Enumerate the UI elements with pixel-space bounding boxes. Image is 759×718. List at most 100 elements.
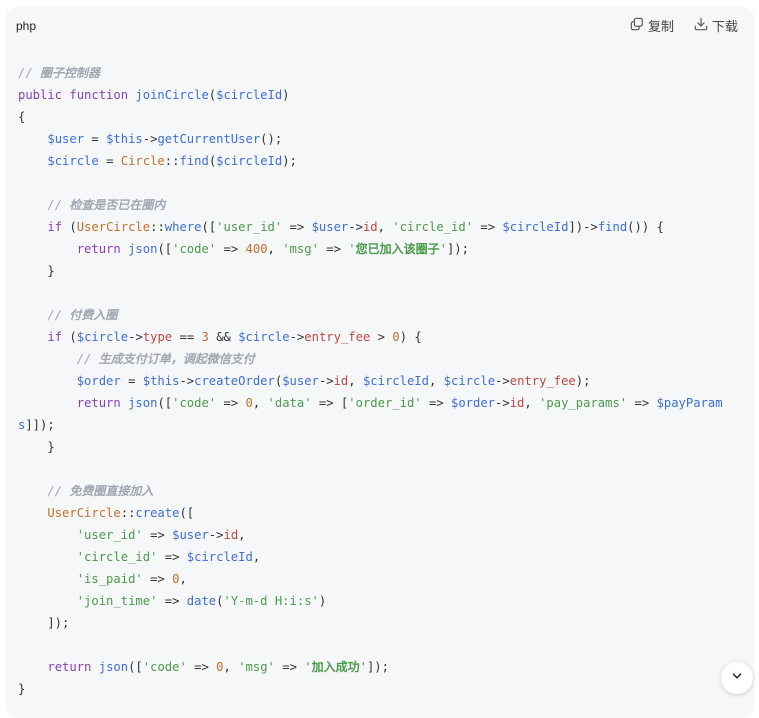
code-token: , xyxy=(524,396,540,410)
code-token: ( xyxy=(62,220,77,234)
code-token: $circleId xyxy=(502,220,569,234)
code-token: -> xyxy=(289,330,305,344)
code-line: if (UserCircle::where(['user_id' => $use… xyxy=(18,216,738,238)
code-token: 加入成功 xyxy=(311,660,360,674)
code-token: 'code' xyxy=(172,396,217,410)
scroll-down-button[interactable] xyxy=(721,662,753,694)
code-token: create xyxy=(135,506,180,520)
code-token: 'msg' xyxy=(282,242,319,256)
code-token: $order xyxy=(451,396,496,410)
code-line: // 圈子控制器 xyxy=(18,62,738,84)
code-token: ' xyxy=(304,660,312,674)
code-token: ) xyxy=(318,594,327,608)
code-token: , xyxy=(252,550,261,564)
code-token: $payParam xyxy=(656,396,723,410)
code-token: ([ xyxy=(179,506,195,520)
code-token: type xyxy=(142,330,173,344)
code-token: entry_fee xyxy=(509,374,576,388)
code-token: Circle xyxy=(120,154,165,168)
code-token: => xyxy=(282,220,312,234)
code-token: UserCircle xyxy=(76,220,151,234)
code-token: // xyxy=(76,352,99,366)
code-token: (); xyxy=(260,132,283,146)
code-token: $user xyxy=(47,132,85,146)
code-line: return json(['code' => 0, 'msg' => '加入成功… xyxy=(18,656,738,678)
code-line: public function joinCircle($circleId) xyxy=(18,84,738,106)
code-token: entry_fee xyxy=(304,330,371,344)
code-token: 'join_time' xyxy=(76,594,158,608)
code-token: ) { xyxy=(399,330,422,344)
code-token: { xyxy=(18,110,26,124)
code-token: date xyxy=(186,594,217,608)
code-token: , xyxy=(348,374,363,388)
code-token: :: xyxy=(150,220,165,234)
code-token: $this xyxy=(142,374,180,388)
code-token: , xyxy=(252,396,268,410)
code-line: return json(['code' => 0, 'data' => ['or… xyxy=(18,392,738,414)
code-token: 'data' xyxy=(267,396,312,410)
code-token: 0 xyxy=(245,396,253,410)
code-token: 'user_id' xyxy=(216,220,283,234)
code-token: $circleId xyxy=(362,374,429,388)
copy-label: 复制 xyxy=(647,20,674,35)
code-token: getCurrentUser xyxy=(157,132,261,146)
code-token: => xyxy=(627,396,657,410)
code-token: , xyxy=(238,528,246,542)
code-token: 圈子控制器 xyxy=(40,66,101,80)
code-token: => xyxy=(473,220,503,234)
code-token: public function xyxy=(18,88,136,102)
code-line: $circle = Circle::find($circleId); xyxy=(18,150,738,172)
code-line: return json(['code' => 400, 'msg' => '您已… xyxy=(18,238,738,260)
code-line: 'user_id' => $user->id, xyxy=(18,524,738,546)
code-token: 生成支付订单，调起微信支付 xyxy=(98,352,255,366)
code-token: => xyxy=(216,242,246,256)
code-token: where xyxy=(164,220,202,234)
code-token: ( xyxy=(62,330,77,344)
code-token: $user xyxy=(172,528,209,542)
code-line: } xyxy=(18,260,738,282)
code-block-header: php 复制 下载 xyxy=(6,6,754,46)
code-token: ([ xyxy=(128,660,143,674)
code-token: id xyxy=(362,220,378,234)
code-content[interactable]: // 圈子控制器 public function joinCircle($circ… xyxy=(18,62,738,700)
code-token: if xyxy=(47,330,63,344)
code-token: } xyxy=(18,440,55,454)
code-token: ]); xyxy=(18,616,70,630)
code-token: ])-> xyxy=(568,220,598,234)
code-token: => xyxy=(274,660,305,674)
copy-button[interactable]: 复制 xyxy=(630,16,674,35)
code-token: joinCircle xyxy=(135,88,209,102)
code-token: 'circle_id' xyxy=(392,220,474,234)
code-token: 'pay_params' xyxy=(539,396,628,410)
code-token: => [ xyxy=(311,396,349,410)
code-token: 'Y-m-d H:i:s' xyxy=(223,594,319,608)
code-token: ); xyxy=(575,374,591,388)
code-token: ); xyxy=(282,154,297,168)
code-token: == xyxy=(172,330,202,344)
code-token: json xyxy=(98,660,129,674)
code-token: if xyxy=(47,220,63,234)
code-token: $circle xyxy=(443,374,496,388)
code-token: ' xyxy=(359,660,367,674)
code-token: = xyxy=(84,132,107,146)
chevron-down-icon xyxy=(730,669,744,688)
code-token: $circleId xyxy=(216,154,283,168)
code-token: && xyxy=(208,330,239,344)
code-token: json xyxy=(128,396,158,410)
code-token: ]]); xyxy=(25,418,55,432)
code-line: 'join_time' => date('Y-m-d H:i:s') xyxy=(18,590,738,612)
code-token: 付费入圈 xyxy=(69,308,118,322)
code-line: // 生成支付订单，调起微信支付 xyxy=(18,348,738,370)
code-token: // xyxy=(47,198,70,212)
code-token: :: xyxy=(164,154,180,168)
download-button[interactable]: 下载 xyxy=(694,16,738,35)
code-token: 'user_id' xyxy=(76,528,143,542)
code-token: } xyxy=(18,264,55,278)
code-token: -> xyxy=(318,374,334,388)
